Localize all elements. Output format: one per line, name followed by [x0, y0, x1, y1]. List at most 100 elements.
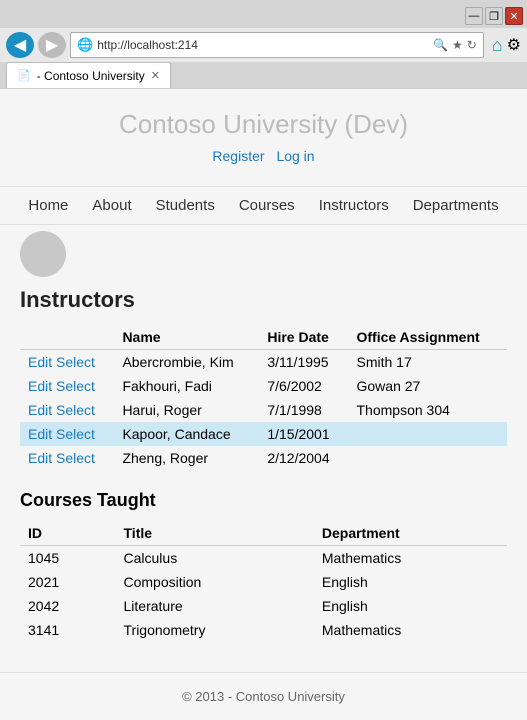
courses-heading: Courses Taught — [20, 490, 507, 511]
col-title: Title — [116, 521, 314, 546]
course-id: 2021 — [20, 570, 116, 594]
refresh-icon: ↻ — [467, 38, 477, 52]
table-row: 2021 Composition English — [20, 570, 507, 594]
tab-icon: 📄 — [17, 69, 31, 82]
col-hire-date: Hire Date — [259, 325, 348, 350]
edit-link[interactable]: Edit — [28, 402, 52, 418]
browser-chrome: — ❐ ✕ ◀ ▶ 🌐 🔍 ★ ↻ ⌂ ⚙ 📄 - Contoso Univer… — [0, 0, 527, 89]
course-id: 3141 — [20, 618, 116, 642]
table-row: Edit Select Harui, Roger 7/1/1998 Thomps… — [20, 398, 507, 422]
nav-students[interactable]: Students — [156, 197, 215, 214]
row-hire-date: 1/15/2001 — [259, 422, 348, 446]
row-name: Fakhouri, Fadi — [114, 374, 259, 398]
edit-link[interactable]: Edit — [28, 450, 52, 466]
edit-link[interactable]: Edit — [28, 354, 52, 370]
col-office: Office Assignment — [349, 325, 508, 350]
courses-section: Courses Taught ID Title Department 1045 … — [20, 490, 507, 642]
table-row: 3141 Trigonometry Mathematics — [20, 618, 507, 642]
favorite-icon: ★ — [452, 38, 463, 52]
nav-instructors[interactable]: Instructors — [319, 197, 389, 214]
table-row: 1045 Calculus Mathematics — [20, 546, 507, 571]
nav-courses[interactable]: Courses — [239, 197, 295, 214]
courses-table: ID Title Department 1045 Calculus Mathem… — [20, 521, 507, 642]
nav-home[interactable]: Home — [28, 197, 68, 214]
tab-close-button[interactable]: ✕ — [151, 69, 160, 82]
search-icon: 🔍 — [433, 38, 448, 52]
select-link[interactable]: Select — [56, 450, 95, 466]
row-name: Kapoor, Candace — [114, 422, 259, 446]
instructors-table-header: Name Hire Date Office Assignment — [20, 325, 507, 350]
row-office: Thompson 304 — [349, 398, 508, 422]
main-nav: Home About Students Courses Instructors … — [0, 186, 527, 225]
tab-bar: 📄 - Contoso University ✕ — [0, 62, 527, 88]
row-actions: Edit Select — [20, 398, 114, 422]
nav-departments[interactable]: Departments — [413, 197, 499, 214]
browser-titlebar: — ❐ ✕ — [0, 0, 527, 28]
site-title: Contoso University (Dev) — [0, 109, 527, 140]
instructors-heading: Instructors — [20, 287, 507, 313]
select-link[interactable]: Select — [56, 426, 95, 442]
address-bar[interactable]: 🌐 🔍 ★ ↻ — [70, 32, 484, 58]
course-title: Calculus — [116, 546, 314, 571]
edit-link[interactable]: Edit — [28, 378, 52, 394]
avatar-area — [0, 225, 527, 277]
row-hire-date: 7/6/2002 — [259, 374, 348, 398]
course-id: 2042 — [20, 594, 116, 618]
row-actions: Edit Select — [20, 350, 114, 375]
col-actions — [20, 325, 114, 350]
row-name: Zheng, Roger — [114, 446, 259, 470]
avatar — [20, 231, 66, 277]
register-link[interactable]: Register — [212, 148, 264, 164]
row-office — [349, 422, 508, 446]
course-department: Mathematics — [314, 546, 507, 571]
login-link[interactable]: Log in — [276, 148, 314, 164]
table-row: Edit Select Zheng, Roger 2/12/2004 — [20, 446, 507, 470]
maximize-button[interactable]: ❐ — [485, 7, 503, 25]
nav-about[interactable]: About — [92, 197, 131, 214]
course-department: Mathematics — [314, 618, 507, 642]
back-button[interactable]: ◀ — [6, 32, 34, 58]
home-button[interactable]: ⌂ — [492, 35, 503, 56]
courses-table-header: ID Title Department — [20, 521, 507, 546]
row-office: Gowan 27 — [349, 374, 508, 398]
minimize-button[interactable]: — — [465, 7, 483, 25]
course-department: English — [314, 570, 507, 594]
select-link[interactable]: Select — [56, 402, 95, 418]
main-content: Instructors Name Hire Date Office Assign… — [0, 277, 527, 662]
row-actions: Edit Select — [20, 446, 114, 470]
row-hire-date: 2/12/2004 — [259, 446, 348, 470]
browser-toolbar: ◀ ▶ 🌐 🔍 ★ ↻ ⌂ ⚙ — [0, 28, 527, 62]
edit-link[interactable]: Edit — [28, 426, 52, 442]
address-input[interactable] — [97, 38, 433, 52]
row-hire-date: 7/1/1998 — [259, 398, 348, 422]
browser-tab[interactable]: 📄 - Contoso University ✕ — [6, 62, 171, 88]
close-button[interactable]: ✕ — [505, 7, 523, 25]
table-row: Edit Select Fakhouri, Fadi 7/6/2002 Gowa… — [20, 374, 507, 398]
forward-button[interactable]: ▶ — [38, 32, 66, 58]
table-row: 2042 Literature English — [20, 594, 507, 618]
row-name: Abercrombie, Kim — [114, 350, 259, 375]
course-department: English — [314, 594, 507, 618]
row-office: Smith 17 — [349, 350, 508, 375]
col-department: Department — [314, 521, 507, 546]
footer-text: © 2013 - Contoso University — [182, 689, 345, 704]
course-title: Literature — [116, 594, 314, 618]
row-office — [349, 446, 508, 470]
select-link[interactable]: Select — [56, 354, 95, 370]
col-name: Name — [114, 325, 259, 350]
site-header: Contoso University (Dev) Register Log in — [0, 89, 527, 186]
page-content: Contoso University (Dev) Register Log in… — [0, 89, 527, 720]
row-actions: Edit Select — [20, 422, 114, 446]
row-hire-date: 3/11/1995 — [259, 350, 348, 375]
table-row: Edit Select Kapoor, Candace 1/15/2001 — [20, 422, 507, 446]
address-icons: 🔍 ★ ↻ — [433, 38, 477, 52]
col-id: ID — [20, 521, 116, 546]
select-link[interactable]: Select — [56, 378, 95, 394]
row-name: Harui, Roger — [114, 398, 259, 422]
course-id: 1045 — [20, 546, 116, 571]
table-row: Edit Select Abercrombie, Kim 3/11/1995 S… — [20, 350, 507, 375]
course-title: Composition — [116, 570, 314, 594]
settings-icon[interactable]: ⚙ — [507, 35, 521, 55]
auth-nav: Register Log in — [0, 148, 527, 164]
browser-icon: 🌐 — [77, 37, 93, 53]
